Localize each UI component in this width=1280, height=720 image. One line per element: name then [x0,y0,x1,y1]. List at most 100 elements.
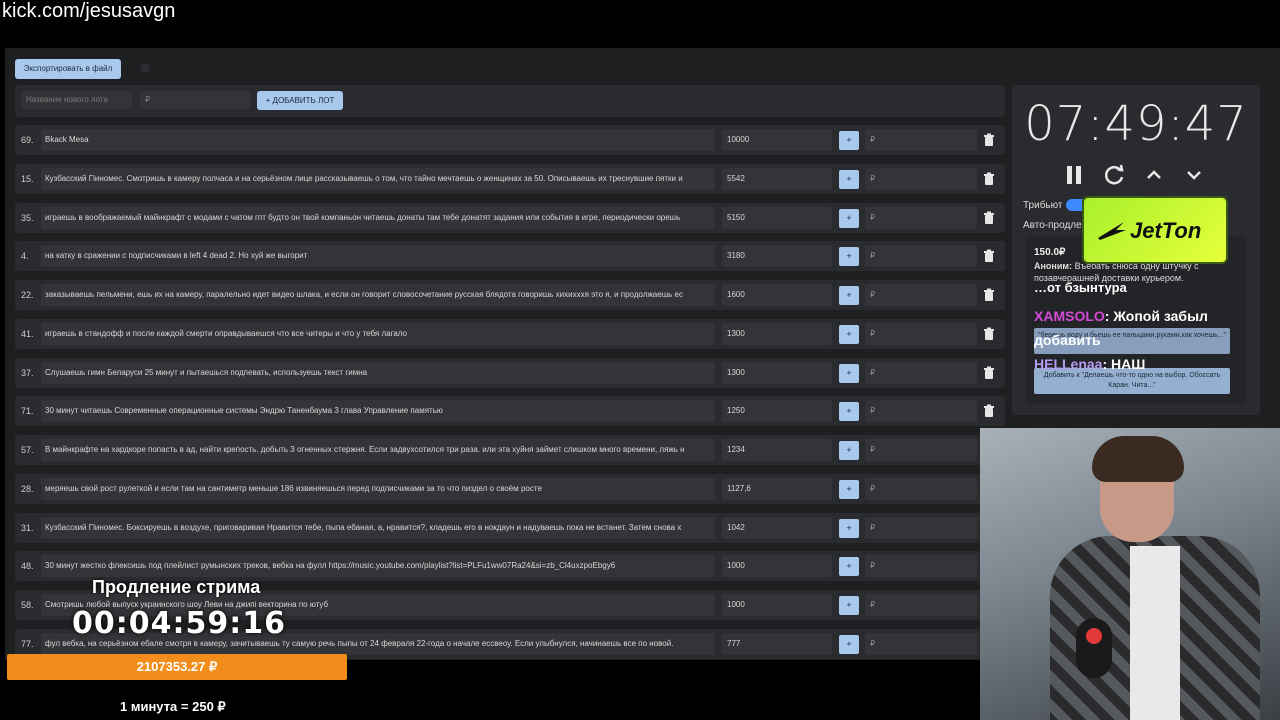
chat-username: XAMSOLO [1034,308,1105,324]
add-amount-button[interactable]: + [839,286,859,305]
add-amount-input[interactable]: ₽ [865,361,977,384]
lot-amount-input[interactable]: 1300 [722,322,832,345]
lot-description-input[interactable]: Кузбасский Гlиномес. Боксируешь в воздух… [41,516,715,539]
trash-icon[interactable] [982,366,996,380]
add-amount-button[interactable]: + [839,441,859,460]
reset-icon[interactable] [1101,162,1127,188]
lot-number: 48. [21,561,34,572]
trash-icon[interactable] [982,327,996,341]
trash-icon[interactable] [982,404,996,418]
lot-description-input[interactable]: заказываешь пельмени, ешь их на камеру, … [41,284,715,306]
lot-number: 15. [21,173,34,184]
trash-icon[interactable] [982,172,996,186]
lot-description-input[interactable]: 30 минут читаешь Современные операционны… [41,400,715,423]
pause-icon[interactable] [1061,162,1087,188]
lot-description-input[interactable]: играешь в воображаемый майнкрафт с модам… [41,206,715,229]
lot-amount-input[interactable]: 1000 [722,555,832,578]
chat-text: : НАШ [1102,356,1146,372]
jetton-arrow-icon [1098,222,1126,240]
add-amount-button[interactable]: + [839,169,859,189]
lot-amount-input[interactable]: 5542 [722,167,832,190]
lot-row: 41. играешь в стандофф и после каждой сме… [15,318,1005,349]
add-amount-input[interactable]: ₽ [865,439,977,461]
add-lot-button[interactable]: + ДОБАВИТЬ ЛОТ [257,91,343,110]
add-amount-input[interactable]: ₽ [865,400,977,423]
lot-row: 15. Кузбасский Гlиномес. Смотришь в камер… [15,163,1005,194]
lot-amount-input[interactable]: 5150 [722,206,832,229]
trash-icon[interactable] [982,249,996,263]
lot-amount-input[interactable]: 10000 [722,129,832,151]
lot-description-input[interactable]: играешь в стандофф и после каждой смерти… [41,322,715,345]
lot-amount-input[interactable]: 1042 [722,516,832,539]
rate-label: 1 минута = 250 ₽ [120,699,226,714]
webcam-feed [980,428,1280,720]
lot-description-input[interactable]: Слушаешь гимн Беларуси 25 минут и пытаеш… [41,361,715,384]
lot-description-input[interactable]: меряешь свой рост рулеткой и если там на… [41,477,715,500]
webcam-hair [1092,436,1184,482]
lot-number: 28. [21,483,34,494]
lot-amount-input[interactable]: 1600 [722,284,832,306]
add-amount-input[interactable]: ₽ [865,129,977,151]
status-dot [140,63,150,73]
add-amount-button[interactable]: + [839,324,859,344]
tribut-label: Трибьют [1023,200,1063,211]
add-amount-input[interactable]: ₽ [865,245,977,268]
lot-description-input[interactable]: на катку в сражении с подписчиками в lef… [41,245,715,268]
donation-author: Аноним: [1034,261,1073,271]
lot-number: 31. [21,522,34,533]
add-amount-input[interactable]: ₽ [865,206,977,229]
chat-message-2: HELLenaa: НАШ [1034,356,1145,372]
lot-amount-input[interactable]: 1000 [722,594,832,616]
add-amount-button[interactable]: + [839,479,859,499]
add-amount-button[interactable]: + [839,131,859,150]
add-amount-input[interactable]: ₽ [865,594,977,616]
add-amount-input[interactable]: ₽ [865,555,977,578]
lot-amount-input[interactable]: 1234 [722,439,832,461]
auto-extend-label: Авто-продле [1023,220,1082,231]
trash-icon[interactable] [982,211,996,225]
export-button[interactable]: Экспортировать в файл [15,59,121,79]
chevron-down-icon[interactable] [1181,162,1207,188]
lot-description-input[interactable]: 30 минут жестко флексишь под плейлист ру… [41,555,715,578]
stream-extension-title: Продление стрима [92,577,261,597]
microphone-light [1086,628,1102,644]
lot-row: 69. Bkack Mesa 10000 + ₽ [15,125,1005,155]
lot-number: 37. [21,367,34,378]
lot-number: 41. [21,328,34,339]
add-amount-button[interactable]: + [839,208,859,228]
lot-amount-input[interactable]: 777 [722,632,832,655]
add-amount-input[interactable]: ₽ [865,477,977,500]
lot-amount-input[interactable]: 1300 [722,361,832,384]
add-amount-button[interactable]: + [839,402,859,422]
add-amount-input[interactable]: ₽ [865,632,977,655]
new-lot-name-input[interactable]: Название нового лота [22,91,132,109]
lot-amount-input[interactable]: 1250 [722,400,832,423]
chat-partial-line: …от бзынтура [1034,280,1127,295]
lot-number: 71. [21,406,34,417]
add-amount-input[interactable]: ₽ [865,284,977,306]
trash-icon[interactable] [982,288,996,302]
stream-url: kick.com/jesusavgn [2,0,176,22]
trash-icon[interactable] [982,133,996,147]
jetton-logo: JetTon [1082,196,1228,264]
new-lot-price-input[interactable]: ₽ [140,91,250,109]
lot-row: 28. меряешь свой рост рулеткой и если там… [15,473,1005,504]
chat-message-1: XAMSOLO: Жопой забыл добавить [1034,304,1234,352]
lot-description-input[interactable]: Bkack Mesa [41,129,715,151]
microphone [1076,618,1112,678]
lot-amount-input[interactable]: 1127,6 [722,477,832,500]
lot-description-input[interactable]: Кузбасский Гlиномес. Смотришь в камеру п… [41,167,715,190]
add-amount-button[interactable]: + [839,363,859,383]
add-amount-button[interactable]: + [839,518,859,538]
add-amount-button[interactable]: + [839,634,859,654]
add-amount-input[interactable]: ₽ [865,516,977,539]
add-amount-button[interactable]: + [839,557,859,577]
lot-number: 57. [21,445,34,455]
add-amount-button[interactable]: + [839,596,859,615]
lot-description-input[interactable]: В майнкрафте на хардкоре попасть в ад, н… [41,439,715,461]
add-amount-button[interactable]: + [839,247,859,267]
add-amount-input[interactable]: ₽ [865,167,977,190]
chevron-up-icon[interactable] [1141,162,1167,188]
add-amount-input[interactable]: ₽ [865,322,977,345]
lot-amount-input[interactable]: 3180 [722,245,832,268]
